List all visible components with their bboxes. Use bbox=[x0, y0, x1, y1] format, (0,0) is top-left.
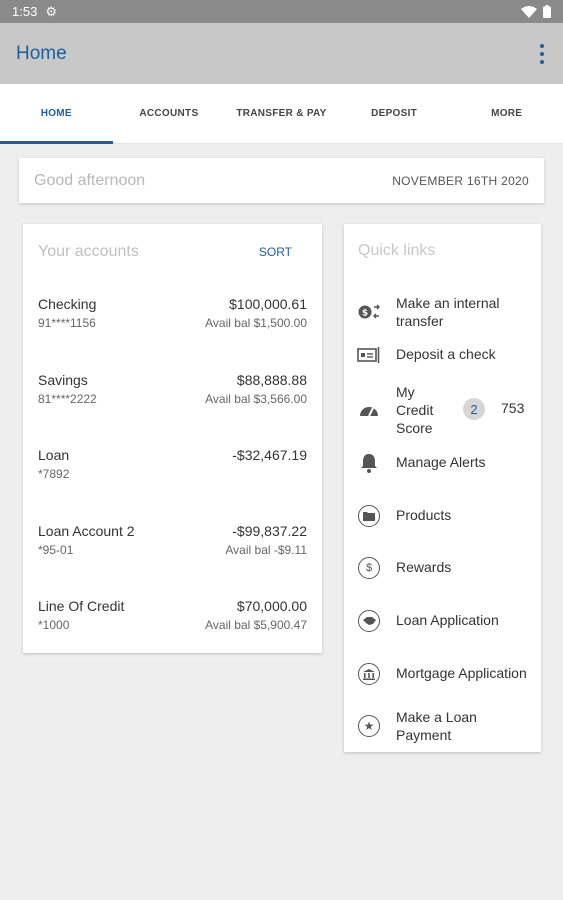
account-balance: $70,000.00 bbox=[236, 598, 307, 614]
account-row-loan-account-2[interactable]: Loan Account 2 *95-01 -$99,837.22 Avail … bbox=[23, 507, 322, 583]
account-name: Checking bbox=[38, 296, 97, 312]
transfer-icon: $ bbox=[357, 300, 381, 324]
star-icon: ★ bbox=[357, 714, 381, 738]
greeting-text: Good afternoon bbox=[34, 171, 146, 189]
quick-link-mortgage-application[interactable]: Mortgage Application bbox=[344, 662, 541, 686]
quick-links-card: Quick links $ Make an internal transfer … bbox=[344, 224, 541, 752]
account-available-balance: Avail bal $1,500.00 bbox=[205, 316, 307, 330]
tab-accounts[interactable]: ACCOUNTS bbox=[113, 84, 226, 143]
battery-icon bbox=[543, 5, 551, 18]
tab-more[interactable]: MORE bbox=[450, 84, 563, 143]
quick-link-label: Make an internal transfer bbox=[396, 295, 500, 329]
folder-icon bbox=[357, 504, 381, 528]
status-bar: 1:53 ⚙ bbox=[0, 0, 563, 23]
handshake-icon bbox=[357, 609, 381, 633]
accounts-title: Your accounts bbox=[38, 243, 139, 260]
greeting-card: Good afternoon NOVEMBER 16TH 2020 bbox=[19, 158, 544, 203]
accounts-card: Your accounts SORT Checking 91****1156 $… bbox=[23, 224, 322, 653]
account-number: 91****1156 bbox=[38, 316, 96, 330]
account-balance: -$99,837.22 bbox=[232, 522, 307, 539]
tab-transfer-pay[interactable]: TRANSFER & PAY bbox=[225, 84, 338, 143]
quick-link-label: Make a Loan Payment bbox=[396, 709, 477, 743]
status-time: 1:53 bbox=[12, 4, 38, 19]
account-available-balance: Avail bal -$9.11 bbox=[225, 542, 307, 557]
overflow-menu-icon[interactable] bbox=[537, 43, 547, 64]
quick-link-label: Products bbox=[396, 507, 452, 523]
bell-icon bbox=[357, 451, 381, 475]
settings-gear-icon: ⚙ bbox=[45, 3, 57, 19]
gauge-icon bbox=[357, 398, 381, 422]
account-name: Loan bbox=[38, 447, 70, 463]
bank-icon bbox=[357, 662, 381, 686]
wifi-icon bbox=[521, 5, 537, 18]
account-row-line-of-credit[interactable]: Line Of Credit *1000 $70,000.00 Avail ba… bbox=[23, 582, 322, 658]
account-name: Savings bbox=[38, 371, 88, 388]
check-deposit-icon bbox=[357, 343, 381, 367]
quick-link-products[interactable]: Products bbox=[344, 504, 541, 528]
account-available-balance: Avail bal $3,566.00 bbox=[205, 391, 307, 406]
quick-link-manage-alerts[interactable]: Manage Alerts bbox=[344, 453, 541, 473]
quick-link-label: Mortgage Application bbox=[396, 665, 527, 681]
account-name: Line Of Credit bbox=[38, 598, 125, 614]
account-number: *95-01 bbox=[38, 542, 74, 557]
quick-link-label: My Credit Score bbox=[396, 384, 434, 436]
tab-home[interactable]: HOME bbox=[0, 84, 113, 144]
accounts-header: Your accounts SORT bbox=[23, 224, 322, 280]
account-number: 81****2222 bbox=[38, 391, 97, 406]
svg-text:$: $ bbox=[362, 309, 368, 319]
credit-score-value: 753 bbox=[501, 400, 525, 416]
quick-link-credit-score[interactable]: My Credit Score 2 753 bbox=[344, 382, 541, 438]
account-balance: $100,000.61 bbox=[229, 296, 307, 312]
tab-deposit[interactable]: DEPOSIT bbox=[338, 84, 451, 143]
quick-link-rewards[interactable]: $ Rewards bbox=[344, 556, 541, 580]
quick-link-label: Rewards bbox=[396, 559, 452, 575]
greeting-date: NOVEMBER 16TH 2020 bbox=[392, 173, 529, 188]
account-available-balance: Avail bal $5,900.47 bbox=[205, 618, 307, 632]
tab-bar: HOME ACCOUNTS TRANSFER & PAY DEPOSIT MOR… bbox=[0, 84, 563, 144]
quick-link-loan-payment[interactable]: ★ Make a Loan Payment bbox=[344, 708, 541, 744]
account-number: *1000 bbox=[38, 618, 70, 632]
quick-link-deposit-check[interactable]: Deposit a check bbox=[344, 345, 541, 365]
quick-link-label: Loan Application bbox=[396, 612, 499, 628]
quick-link-label: Manage Alerts bbox=[396, 454, 486, 470]
account-row-checking[interactable]: Checking 91****1156 $100,000.61 Avail ba… bbox=[23, 280, 322, 356]
credit-score-badge: 2 bbox=[463, 398, 485, 420]
account-row-loan[interactable]: Loan *7892 -$32,467.19 bbox=[23, 431, 322, 507]
account-number: *7892 bbox=[38, 467, 70, 481]
status-indicators bbox=[521, 5, 551, 18]
dollar-icon: $ bbox=[357, 556, 381, 580]
app-bar: Home bbox=[0, 23, 563, 84]
quick-link-loan-application[interactable]: Loan Application bbox=[344, 609, 541, 633]
quick-links-title: Quick links bbox=[358, 242, 436, 259]
account-balance: $88,888.88 bbox=[236, 371, 307, 388]
account-row-savings[interactable]: Savings 81****2222 $88,888.88 Avail bal … bbox=[23, 356, 322, 432]
sort-button[interactable]: SORT bbox=[259, 245, 307, 259]
account-balance: -$32,467.19 bbox=[232, 447, 307, 463]
account-name: Loan Account 2 bbox=[38, 522, 135, 539]
quick-link-internal-transfer[interactable]: $ Make an internal transfer bbox=[344, 294, 541, 330]
quick-link-label: Deposit a check bbox=[396, 346, 496, 362]
app-title: Home bbox=[16, 42, 67, 64]
